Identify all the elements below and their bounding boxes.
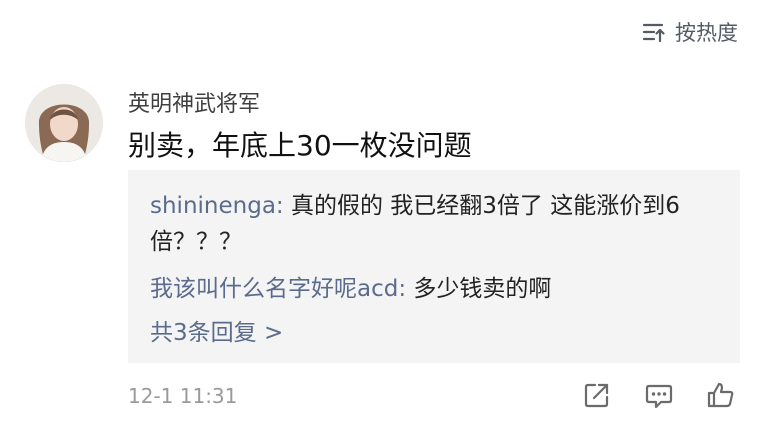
- view-more-replies-link[interactable]: 共3条回复 >: [150, 315, 283, 351]
- reply-author[interactable]: 我该叫什么名字好呢acd:: [150, 276, 406, 302]
- sort-label: 按热度: [675, 21, 738, 45]
- comment-timestamp: 12-1 11:31: [128, 384, 238, 408]
- sort-toggle[interactable]: 按热度: [641, 18, 738, 46]
- reply-item[interactable]: shininenga: 真的假的 我已经翻3倍了 这能涨价到6倍？？？: [150, 188, 730, 260]
- reply-author[interactable]: shininenga:: [150, 193, 284, 219]
- reply-text: 多少钱卖的啊: [406, 276, 552, 302]
- comment-text: 别卖，年底上30一枚没问题: [128, 129, 472, 162]
- user-avatar[interactable]: [25, 84, 103, 162]
- replies-panel[interactable]: shininenga: 真的假的 我已经翻3倍了 这能涨价到6倍？？？ 我该叫什…: [128, 170, 740, 363]
- reply-item[interactable]: 我该叫什么名字好呢acd: 多少钱卖的啊: [150, 271, 551, 307]
- like-icon[interactable]: [705, 379, 737, 411]
- comment-icon[interactable]: [643, 379, 675, 411]
- share-icon[interactable]: [581, 379, 613, 411]
- sort-icon: [641, 20, 667, 44]
- comment-username[interactable]: 英明神武将军: [128, 86, 260, 118]
